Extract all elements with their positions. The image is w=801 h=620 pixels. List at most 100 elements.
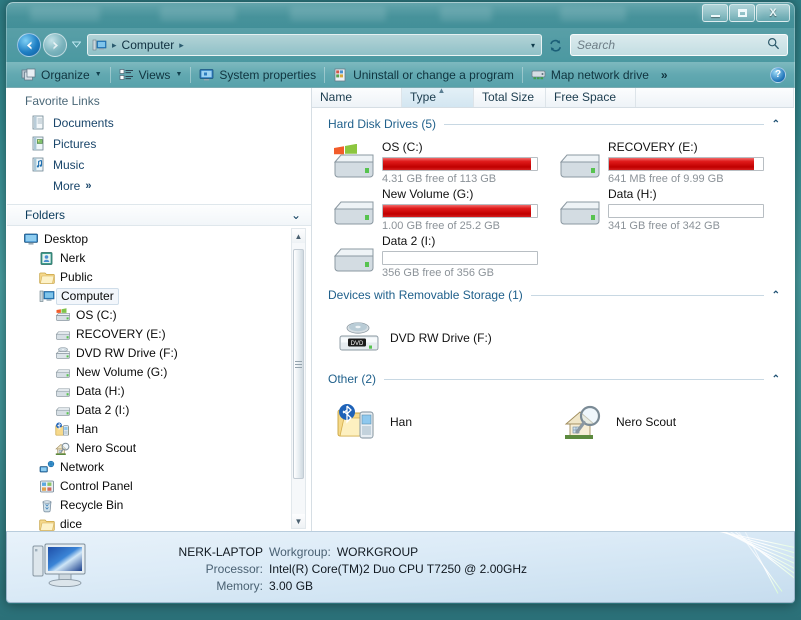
- favorite-label: Pictures: [53, 136, 97, 151]
- tree-item-os-c[interactable]: OS (C:): [7, 306, 311, 325]
- chevron-down-icon[interactable]: ⌄: [291, 208, 301, 222]
- tree-item-label: Computer: [56, 288, 119, 305]
- toolbar-separator: [109, 66, 111, 83]
- group-header-hard-disk-drives[interactable]: Hard Disk Drives (5) ⌃: [312, 114, 794, 134]
- folders-header[interactable]: Folders ⌄: [7, 204, 311, 226]
- tree-item-data-2-i[interactable]: Data 2 (I:): [7, 401, 311, 420]
- other-item-han[interactable]: Han: [336, 395, 562, 449]
- drive-item[interactable]: OS (C:) 4.31 GB free of 113 GB: [332, 138, 558, 185]
- documents-icon: [31, 115, 46, 130]
- drive-info: OS (C:) 4.31 GB free of 113 GB: [382, 138, 558, 185]
- organize-button[interactable]: Organize ▼: [15, 64, 108, 86]
- drive-icon: [558, 144, 602, 184]
- bluetooth-phone-icon: [336, 400, 382, 444]
- toolbar-overflow-button[interactable]: »: [655, 68, 674, 82]
- other-label: Nero Scout: [616, 415, 677, 429]
- tree-item-computer[interactable]: Computer: [7, 287, 311, 306]
- search-box[interactable]: Search: [570, 34, 788, 56]
- tree-item-recovery-e[interactable]: RECOVERY (E:): [7, 325, 311, 344]
- map-network-drive-button[interactable]: Map network drive: [525, 64, 655, 86]
- removable-device-list: DVD DVD RW Drive (F:): [312, 305, 794, 365]
- favorite-item-documents[interactable]: Documents: [7, 112, 311, 133]
- address-dropdown-caret[interactable]: ▾: [531, 41, 535, 50]
- scrollbar-thumb[interactable]: [293, 249, 304, 479]
- scroll-up-button[interactable]: ▲: [292, 229, 305, 243]
- tree-item-public[interactable]: Public: [7, 268, 311, 287]
- column-header-name[interactable]: Name: [312, 88, 402, 107]
- tree-item-nerk[interactable]: Nerk: [7, 249, 311, 268]
- tree-item-data-h[interactable]: Data (H:): [7, 382, 311, 401]
- group-header-removable-storage[interactable]: Devices with Removable Storage (1) ⌃: [312, 285, 794, 305]
- collapse-icon[interactable]: ⌃: [772, 374, 780, 385]
- drive-item[interactable]: New Volume (G:) 1.00 GB free of 25.2 GB: [332, 185, 558, 232]
- drive-free-space: 641 MB free of 9.99 GB: [608, 173, 724, 185]
- address-bar[interactable]: ▸ Computer ▸ ▾: [87, 34, 542, 56]
- collapse-icon[interactable]: ⌃: [772, 119, 780, 130]
- drive-icon: [55, 384, 71, 399]
- drive-usage-fill: [383, 158, 531, 170]
- minimize-button[interactable]: [702, 4, 728, 22]
- drive-item[interactable]: Data (H:) 341 GB free of 342 GB: [558, 185, 784, 232]
- group-header-other[interactable]: Other (2) ⌃: [312, 369, 794, 389]
- tree-item-label: Nero Scout: [76, 441, 137, 455]
- favorite-item-music[interactable]: Music: [7, 154, 311, 175]
- column-header-total-size[interactable]: Total Size: [474, 88, 546, 107]
- close-button[interactable]: X: [756, 4, 790, 22]
- help-button[interactable]: ?: [770, 66, 786, 83]
- history-dropdown-button[interactable]: [71, 41, 82, 50]
- search-icon: [767, 37, 780, 53]
- tree-item-new-volume-g[interactable]: New Volume (G:): [7, 363, 311, 382]
- maximize-button[interactable]: [729, 4, 755, 22]
- workgroup-label: Workgroup:: [269, 545, 331, 559]
- tree-item-dice[interactable]: dice: [7, 515, 311, 531]
- drive-free-space: 4.31 GB free of 113 GB: [382, 173, 497, 185]
- other-item-nero-scout[interactable]: Nero Scout: [562, 395, 788, 449]
- drive-info: New Volume (G:) 1.00 GB free of 25.2 GB: [382, 185, 558, 232]
- organize-icon: [21, 68, 36, 82]
- drive-name: Data 2 (I:): [382, 234, 436, 248]
- breadcrumb-computer[interactable]: Computer: [119, 38, 178, 52]
- back-button[interactable]: [17, 33, 41, 57]
- drive-free-space: 341 GB free of 342 GB: [608, 220, 720, 232]
- device-item-dvd-rw[interactable]: DVD DVD RW Drive (F:): [336, 311, 562, 365]
- music-icon: [31, 157, 46, 172]
- drive-item[interactable]: Data 2 (I:) 356 GB free of 356 GB: [332, 232, 558, 279]
- tree-item-recycle-bin[interactable]: Recycle Bin: [7, 496, 311, 515]
- processor-label: Processor:: [205, 562, 263, 576]
- toolbar-separator: [190, 66, 192, 83]
- tree-item-label: OS (C:): [76, 308, 117, 322]
- views-button[interactable]: Views ▼: [113, 64, 189, 86]
- column-header-type[interactable]: Type ▲: [402, 86, 474, 107]
- favorite-item-pictures[interactable]: Pictures: [7, 133, 311, 154]
- group-divider: [530, 294, 764, 296]
- tree-item-label: Desktop: [44, 232, 89, 246]
- uninstall-program-button[interactable]: Uninstall or change a program: [327, 64, 520, 86]
- tree-item-desktop[interactable]: Desktop: [7, 230, 311, 249]
- tree-scrollbar[interactable]: ▲ ▼: [291, 228, 306, 529]
- breadcrumb-separator-1[interactable]: ▸: [177, 40, 186, 51]
- scroll-down-button[interactable]: ▼: [292, 514, 305, 528]
- windows-drive-icon: [332, 143, 376, 184]
- workgroup-value: WORKGROUP: [336, 545, 419, 559]
- drive-icon: [55, 365, 71, 380]
- title-bar[interactable]: X: [6, 2, 795, 28]
- tree-item-nero-scout[interactable]: Nero Scout: [7, 439, 311, 458]
- drive-name: OS (C:): [382, 140, 423, 154]
- more-label: More: [53, 178, 81, 193]
- drive-usage-bar: [608, 157, 764, 171]
- search-input[interactable]: Search: [577, 38, 615, 52]
- collapse-icon[interactable]: ⌃: [772, 290, 780, 301]
- tree-item-dvd-rw-drive-f[interactable]: DVD RW Drive (F:): [7, 344, 311, 363]
- forward-button[interactable]: [43, 33, 67, 57]
- items-view: Hard Disk Drives (5) ⌃ OS (C:) 4.31 GB fr…: [312, 108, 794, 531]
- scrollbar-grip-icon: [295, 359, 302, 370]
- tree-item-han[interactable]: Han: [7, 420, 311, 439]
- favorite-more-button[interactable]: More »: [7, 175, 311, 196]
- drive-info: Data 2 (I:) 356 GB free of 356 GB: [382, 232, 558, 279]
- refresh-button[interactable]: [544, 34, 566, 56]
- tree-item-network[interactable]: Network: [7, 458, 311, 477]
- tree-item-control-panel[interactable]: Control Panel: [7, 477, 311, 496]
- system-properties-button[interactable]: System properties: [193, 64, 322, 86]
- drive-item[interactable]: RECOVERY (E:) 641 MB free of 9.99 GB: [558, 138, 784, 185]
- column-header-free-space[interactable]: Free Space: [546, 88, 636, 107]
